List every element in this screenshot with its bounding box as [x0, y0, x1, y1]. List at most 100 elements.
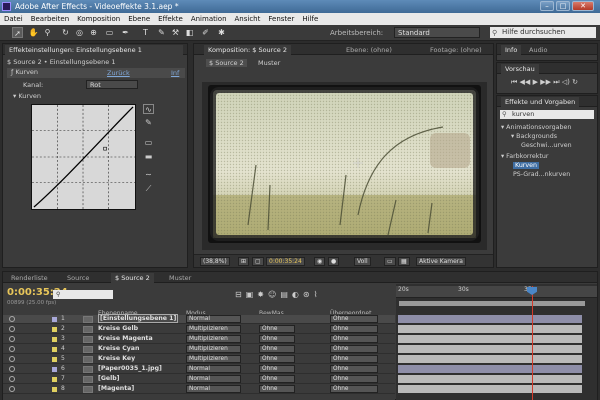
text-tool-icon[interactable]: T	[140, 27, 151, 38]
first-frame-icon[interactable]: ⏮	[511, 78, 517, 86]
camera-select[interactable]: Aktive Kamera	[416, 257, 466, 266]
blend-mode-select[interactable]: Normal	[186, 375, 241, 383]
layer-duration-bar[interactable]	[398, 325, 582, 333]
layer-duration-bar[interactable]	[398, 335, 582, 343]
blend-mode-select[interactable]: Normal	[186, 365, 241, 373]
reset-link[interactable]: Zurück	[107, 69, 130, 77]
save-curve-icon[interactable]: ▬	[143, 152, 154, 162]
channel-select[interactable]: Rot	[86, 80, 138, 89]
mask-tool-icon[interactable]: ▭	[104, 27, 115, 38]
smooth-curve-icon[interactable]: ∼	[143, 170, 154, 180]
comp-subtab-source2[interactable]: $ Source 2	[206, 59, 247, 67]
blend-mode-select[interactable]: Multiplizieren	[186, 335, 241, 343]
track-matte-select[interactable]: Ohne	[259, 355, 295, 363]
tree-curves-effect[interactable]: Kurven	[513, 162, 539, 169]
track-matte-select[interactable]: Ohne	[259, 345, 295, 353]
tab-source2[interactable]: $ Source 2	[111, 273, 154, 283]
pencil-curve-tool-icon[interactable]: ✎	[143, 118, 154, 128]
selection-tool-icon[interactable]: ➚	[12, 27, 23, 38]
table-row[interactable]: 4 Kreise Cyan Multiplizieren Ohne Ohne	[3, 345, 395, 354]
tab-render-queue[interactable]: Renderliste	[7, 273, 52, 283]
menu-bearbeiten[interactable]: Bearbeiten	[31, 15, 69, 23]
brush-tool-icon[interactable]: ✎	[156, 27, 167, 38]
label-color-chip[interactable]	[52, 327, 57, 332]
tab-muster[interactable]: Muster	[165, 273, 195, 283]
time-ruler[interactable]: 20s 30s 35s	[396, 286, 597, 298]
menu-ebene[interactable]: Ebene	[128, 15, 150, 23]
current-time-display[interactable]: 0:00:35:24	[266, 257, 305, 266]
rotate-tool-icon[interactable]: ↻	[60, 27, 71, 38]
layer-duration-bar[interactable]	[398, 375, 582, 383]
reset-curve-icon[interactable]: ⟋	[143, 184, 154, 194]
frame-blending-icon[interactable]: ▤	[280, 290, 292, 299]
work-area-bar[interactable]	[399, 301, 585, 306]
table-row[interactable]: 2 Kreise Gelb Multiplizieren Ohne Ohne	[3, 325, 395, 334]
tab-effect-controls[interactable]: Effekteinstellungen: Einstellungsebene 1	[5, 45, 183, 55]
menu-datei[interactable]: Datei	[4, 15, 23, 23]
tree-color-correction[interactable]: ▾ Farbkorrektur	[501, 153, 548, 160]
parent-select[interactable]: Ohne	[330, 345, 378, 353]
layer-duration-bar[interactable]	[398, 355, 582, 363]
layer-name[interactable]: Kreise Key	[98, 355, 135, 362]
track-matte-select[interactable]: Ohne	[259, 335, 295, 343]
table-row[interactable]: 5 Kreise Key Multiplizieren Ohne Ohne	[3, 355, 395, 364]
current-time-indicator[interactable]	[532, 286, 533, 400]
workspace-select[interactable]: Standard	[394, 27, 480, 38]
roto-brush-tool-icon[interactable]: ✐	[200, 27, 211, 38]
label-color-chip[interactable]	[52, 387, 57, 392]
parent-select[interactable]: Ohne	[330, 325, 378, 333]
loop-icon[interactable]: ↻	[572, 78, 578, 86]
track-matte-select[interactable]: Ohne	[259, 385, 295, 393]
visibility-eye-icon[interactable]	[9, 326, 15, 332]
bezier-curve-tool-icon[interactable]: ∿	[143, 104, 154, 114]
timeline-search-input[interactable]: ⚲	[53, 290, 113, 299]
graph-editor-icon[interactable]: ⌇	[314, 290, 322, 299]
resolution-select[interactable]: Voll	[354, 257, 371, 266]
label-color-chip[interactable]	[52, 377, 57, 382]
blend-mode-select[interactable]: Normal	[186, 315, 241, 323]
tab-info[interactable]: Info	[501, 45, 522, 55]
about-link[interactable]: Inf	[171, 69, 179, 77]
layer-name[interactable]: [Einstellungsebene 1]	[98, 314, 179, 323]
grid-icon[interactable]: ⊞	[238, 257, 250, 266]
brainstorm-icon[interactable]: ⊛	[303, 290, 314, 299]
table-row[interactable]: 7 [Gelb] Normal Ohne Ohne	[3, 375, 395, 384]
effects-search-input[interactable]: ⚲ kurven	[500, 110, 594, 119]
visibility-eye-icon[interactable]	[9, 336, 15, 342]
tree-preset-item[interactable]: Geschwi...urven	[521, 142, 572, 149]
audio-icon[interactable]: ◁)	[562, 78, 570, 86]
visibility-eye-icon[interactable]	[9, 316, 15, 322]
track-matte-select[interactable]: Ohne	[259, 365, 295, 373]
close-icon[interactable]: ✕	[572, 1, 594, 11]
blend-mode-select[interactable]: Multiplizieren	[186, 325, 241, 333]
label-color-chip[interactable]	[52, 317, 57, 322]
tab-source[interactable]: Source	[63, 273, 93, 283]
menu-fenster[interactable]: Fenster	[268, 15, 294, 23]
live-update-icon[interactable]: ▣	[246, 290, 258, 299]
label-color-chip[interactable]	[52, 337, 57, 342]
table-row[interactable]: 3 Kreise Magenta Multiplizieren Ohne Ohn…	[3, 335, 395, 344]
visibility-eye-icon[interactable]	[9, 346, 15, 352]
comp-subtab-muster[interactable]: Muster	[258, 59, 280, 67]
show-channel-icon[interactable]: ●	[328, 257, 340, 266]
comp-mini-flowchart-icon[interactable]: ⊟	[235, 290, 246, 299]
layer-duration-bar[interactable]	[398, 385, 582, 393]
motion-blur-icon[interactable]: ◐	[292, 290, 303, 299]
track-matte-select[interactable]: Ohne	[259, 375, 295, 383]
play-icon[interactable]: ▶	[533, 78, 538, 86]
composition-viewer[interactable]	[202, 82, 487, 250]
layer-duration-bar[interactable]	[398, 365, 582, 373]
layer-name[interactable]: [Magenta]	[98, 385, 134, 392]
next-frame-icon[interactable]: ▶▶	[540, 78, 551, 86]
layer-name[interactable]: Kreise Gelb	[98, 325, 138, 332]
label-color-chip[interactable]	[52, 367, 57, 372]
layer-duration-bar[interactable]	[398, 345, 582, 353]
blend-mode-select[interactable]: Multiplizieren	[186, 355, 241, 363]
mask-visibility-icon[interactable]: ▢	[252, 257, 264, 266]
camera-tool-icon[interactable]: ◎	[74, 27, 85, 38]
parent-select[interactable]: Ohne	[330, 355, 378, 363]
curves-graph[interactable]	[31, 104, 136, 210]
tree-ps-gradient[interactable]: PS-Grad...nkurven	[513, 171, 570, 178]
tab-footage[interactable]: Footage: (ohne)	[426, 45, 486, 55]
visibility-eye-icon[interactable]	[9, 366, 15, 372]
